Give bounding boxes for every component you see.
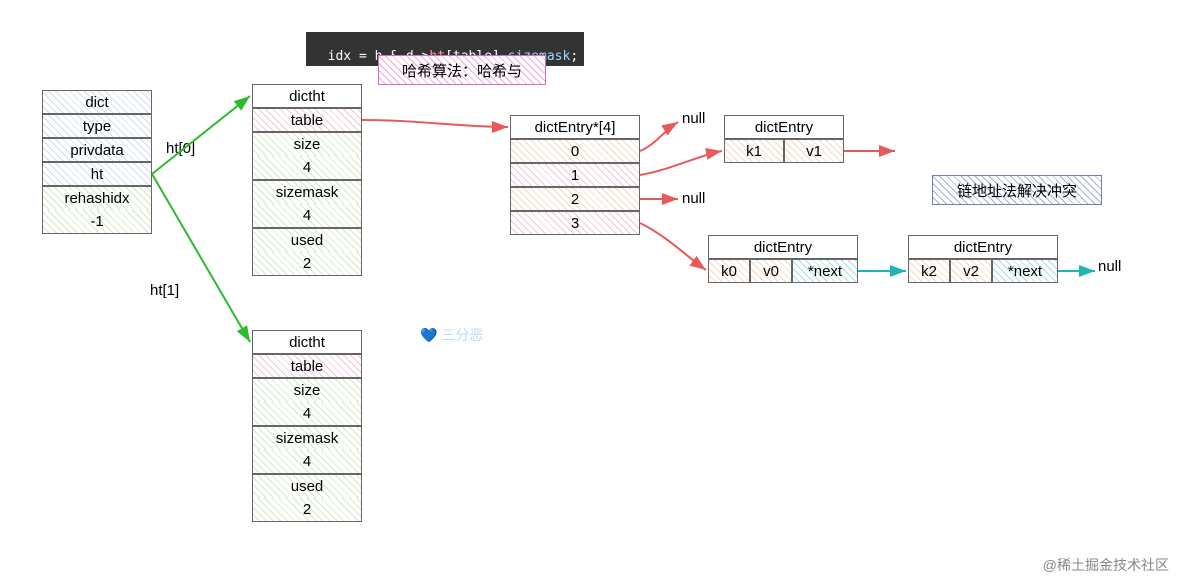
dictentry-e2-next: *next (992, 259, 1058, 283)
callout-chain-addressing: 链地址法解决冲突 (932, 175, 1102, 205)
dictentry-e1-v: v1 (784, 139, 844, 163)
dictentry-e2-v: v2 (950, 259, 992, 283)
null-slot2: null (682, 190, 705, 207)
dictht0-title: dictht (252, 84, 362, 108)
null-slot0: null (682, 110, 705, 127)
dict-field-ht: ht (42, 162, 152, 186)
callout-chain-text: 链地址法解决冲突 (957, 180, 1077, 201)
dict-title: dict (42, 90, 152, 114)
label-ht0: ht[0] (166, 140, 195, 157)
dictht1-used-val: 2 (252, 498, 362, 522)
dictentry-e1-title: dictEntry (724, 115, 844, 139)
dictht0-size-label: size (252, 132, 362, 156)
entry-slot-2: 2 (510, 187, 640, 211)
watermark-corner: @稀土掘金技术社区 (1043, 555, 1169, 575)
dictht1-sizemask-label: sizemask (252, 426, 362, 450)
entry-slot-3: 3 (510, 211, 640, 235)
dictht1-sizemask-val: 4 (252, 450, 362, 474)
dictht1-size-val: 4 (252, 402, 362, 426)
dictentry-e1-k: k1 (724, 139, 784, 163)
dictentry-e0-next: *next (792, 259, 858, 283)
dictentry-e2-title: dictEntry (908, 235, 1058, 259)
dictht0-used-label: used (252, 228, 362, 252)
dictht0-size-val: 4 (252, 156, 362, 180)
callout-hash-text: 哈希算法：哈希与 (402, 60, 522, 81)
dictentry-e0-k: k0 (708, 259, 750, 283)
dict-field-privdata: privdata (42, 138, 152, 162)
null-end: null (1098, 258, 1121, 275)
dictht0-used-val: 2 (252, 252, 362, 276)
dictentry-e0-title: dictEntry (708, 235, 858, 259)
dictht1-size-label: size (252, 378, 362, 402)
entry-slot-0: 0 (510, 139, 640, 163)
dict-field-rehashidx-value: -1 (42, 210, 152, 234)
dictht1-used-label: used (252, 474, 362, 498)
entry-slot-1: 1 (510, 163, 640, 187)
callout-hash-algorithm: 哈希算法：哈希与 (378, 55, 546, 85)
dictht0-table: table (252, 108, 362, 132)
dictentry-e2-k: k2 (908, 259, 950, 283)
dictht0-sizemask-label: sizemask (252, 180, 362, 204)
entry-array-title: dictEntry*[4] (510, 115, 640, 139)
dict-field-type: type (42, 114, 152, 138)
dictht1-table: table (252, 354, 362, 378)
dict-field-rehashidx-label: rehashidx (42, 186, 152, 210)
dictht1-title: dictht (252, 330, 362, 354)
dictentry-e0-v: v0 (750, 259, 792, 283)
label-ht1: ht[1] (150, 282, 179, 299)
dictht0-sizemask-val: 4 (252, 204, 362, 228)
watermark-center: 💙 三分恶 (420, 325, 483, 345)
